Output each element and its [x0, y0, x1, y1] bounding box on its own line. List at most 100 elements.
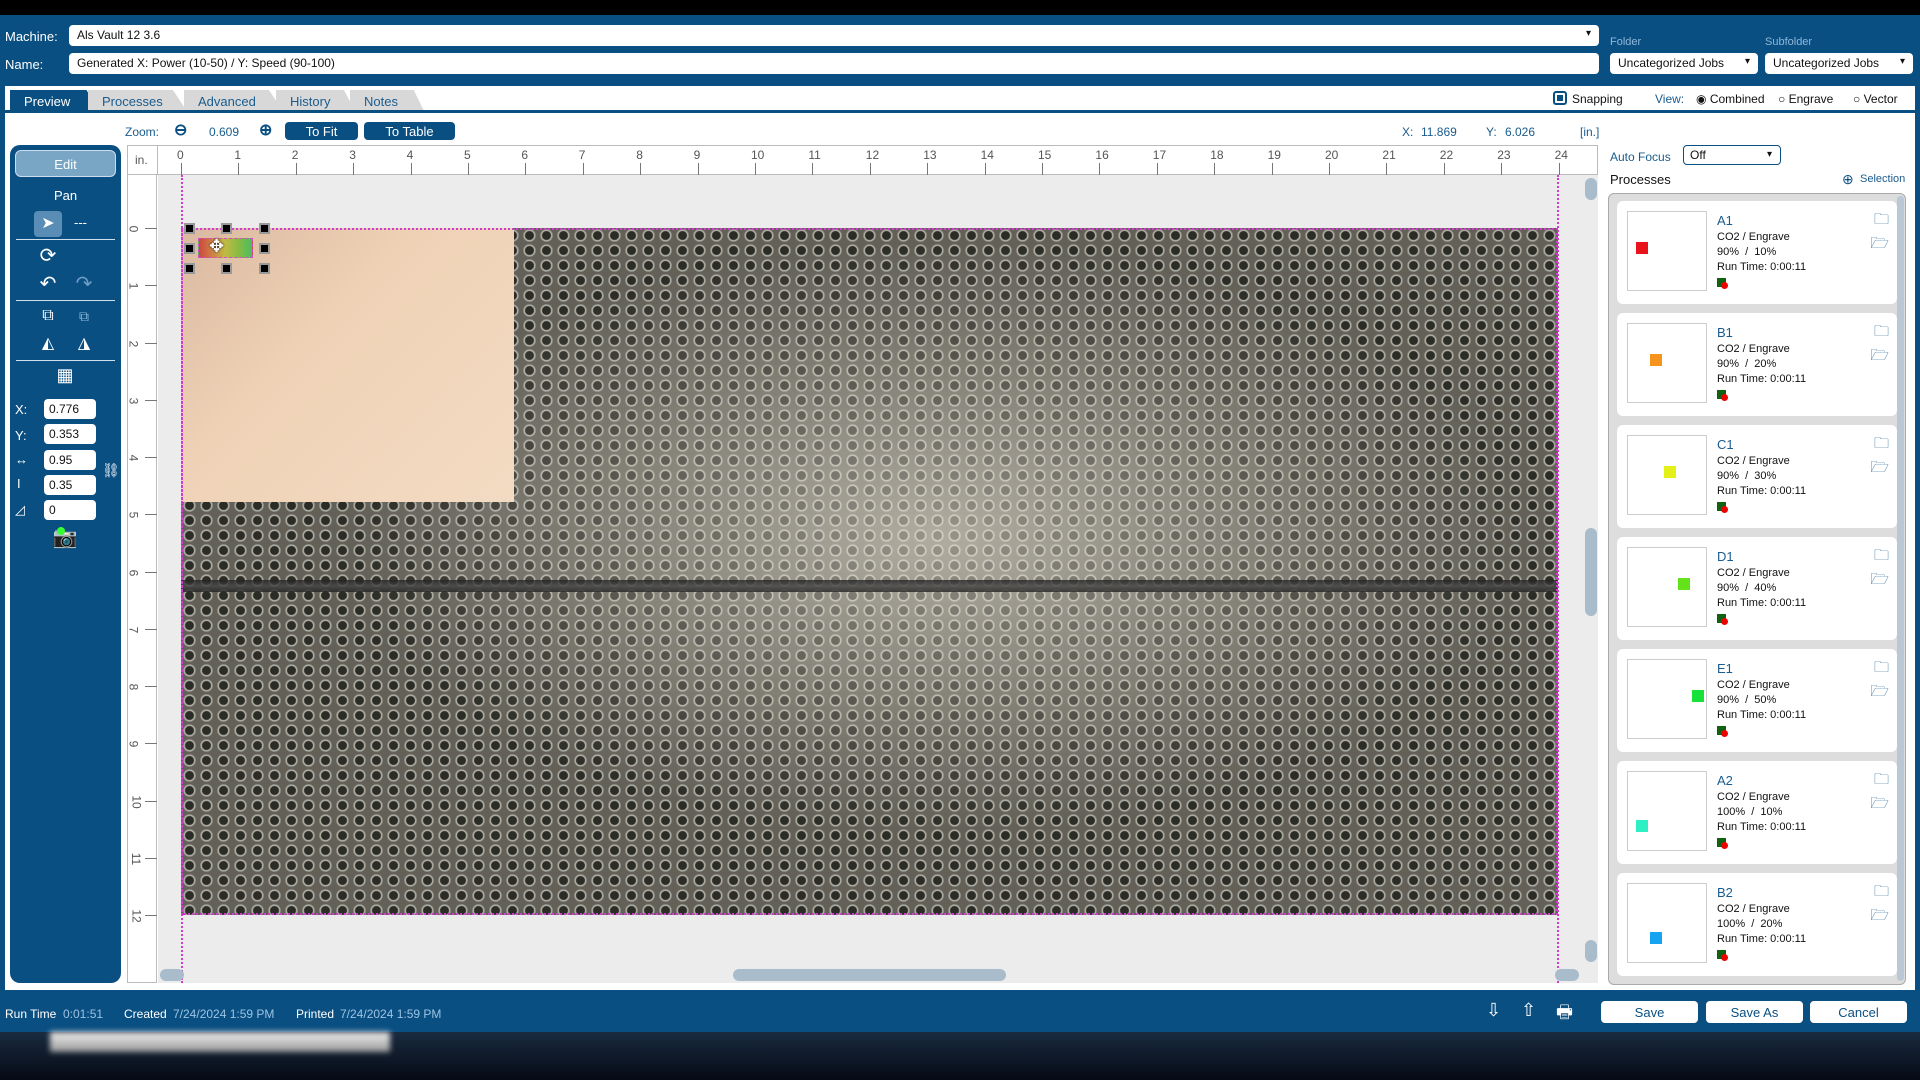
process-type: CO2 / Engrave	[1717, 903, 1790, 915]
folder-export-icon[interactable]: 🗁	[1870, 905, 1889, 930]
height-input[interactable]: 0.35	[44, 475, 96, 495]
align-grid-icon[interactable]: ▦	[51, 362, 79, 388]
folder-export-icon[interactable]: 🗁	[1870, 457, 1889, 482]
process-status-icon	[1717, 502, 1728, 513]
link-aspect-icon[interactable]: ⛓	[102, 462, 120, 479]
export-icon[interactable]: ⇧	[1521, 1000, 1536, 1021]
zoom-in-icon[interactable]: ⊕	[259, 120, 272, 140]
folder-import-icon[interactable]: 🗀	[1874, 769, 1889, 794]
ungroup-icon[interactable]: ⧉	[70, 303, 98, 329]
folder-import-icon[interactable]: 🗀	[1874, 321, 1889, 346]
ruler-x-label: 15	[1038, 148, 1052, 162]
scroll-down-button[interactable]	[1585, 940, 1597, 962]
flip-horizontal-icon[interactable]: ◭	[34, 331, 62, 357]
process-settings: 90% / 20%	[1717, 358, 1777, 370]
ruler-y-label: 10	[129, 794, 144, 809]
folder-export-icon[interactable]: 🗁	[1870, 569, 1889, 594]
process-runtime: Run Time: 0:00:11	[1717, 933, 1807, 945]
resize-handle[interactable]	[259, 263, 270, 274]
name-input[interactable]: Generated X: Power (10-50) / Y: Speed (9…	[69, 53, 1599, 74]
process-card[interactable]: A2 CO2 / Engrave 100% / 10% Run Time: 0:…	[1617, 761, 1897, 864]
vertical-scrollbar-thumb[interactable]	[1585, 528, 1597, 616]
autofocus-select[interactable]: Off	[1683, 145, 1781, 165]
add-selection-icon[interactable]: ⊕	[1842, 171, 1854, 188]
process-card[interactable]: C1 CO2 / Engrave 90% / 30% Run Time: 0:0…	[1617, 425, 1897, 528]
folder-import-icon[interactable]: 🗀	[1874, 545, 1889, 570]
resize-handle[interactable]	[184, 223, 195, 234]
scroll-up-button[interactable]	[1585, 178, 1597, 200]
process-card[interactable]: B1 CO2 / Engrave 90% / 20% Run Time: 0:0…	[1617, 313, 1897, 416]
process-card[interactable]: E1 CO2 / Engrave 90% / 50% Run Time: 0:0…	[1617, 649, 1897, 752]
process-settings: 100% / 20%	[1717, 918, 1783, 930]
folder-import-icon[interactable]: 🗀	[1874, 657, 1889, 682]
save-as-button[interactable]: Save As	[1706, 1001, 1803, 1023]
view-engrave-radio[interactable]: ○ Engrave	[1778, 92, 1833, 106]
machine-label: Machine:	[5, 29, 58, 44]
resize-handle[interactable]	[184, 243, 195, 254]
resize-handle[interactable]	[184, 263, 195, 274]
taskbar-search[interactable]	[50, 1032, 390, 1052]
x-position-input[interactable]: 0.776	[44, 399, 96, 419]
folder-export-icon[interactable]: 🗁	[1870, 681, 1889, 706]
flip-vertical-icon[interactable]: ◮	[70, 331, 98, 357]
ruler-tick	[353, 163, 355, 175]
view-combined-radio[interactable]: ◉ Combined	[1696, 92, 1765, 106]
horizontal-scrollbar-thumb[interactable]	[733, 969, 1006, 981]
import-icon[interactable]: ⇩	[1486, 1000, 1501, 1021]
camera-icon[interactable]: 📷	[51, 525, 79, 551]
folder-import-icon[interactable]: 🗀	[1874, 881, 1889, 906]
group-icon[interactable]: ⧉	[34, 303, 62, 329]
resize-handle[interactable]	[259, 243, 270, 254]
refresh-icon[interactable]: ⟳	[34, 243, 62, 269]
zoom-out-icon[interactable]: ⊖	[174, 120, 187, 140]
pan-button[interactable]: Pan	[54, 188, 77, 203]
process-list-scrollbar[interactable]	[1897, 196, 1904, 981]
redo-icon[interactable]: ↷	[70, 271, 98, 297]
zoom-value: 0.609	[209, 125, 240, 139]
folder-import-icon[interactable]: 🗀	[1874, 209, 1889, 234]
folder-export-icon[interactable]: 🗁	[1870, 345, 1889, 370]
snapping-label: Snapping	[1572, 92, 1623, 106]
dash-mode[interactable]: ---	[74, 215, 87, 230]
process-card[interactable]: A1 CO2 / Engrave 90% / 10% Run Time: 0:0…	[1617, 201, 1897, 304]
to-table-button[interactable]: To Table	[364, 122, 455, 140]
resize-handle[interactable]	[221, 263, 232, 274]
folder-import-icon[interactable]: 🗀	[1874, 433, 1889, 458]
snapping-checkbox[interactable]	[1553, 91, 1567, 105]
undo-icon[interactable]: ↶	[34, 271, 62, 297]
printed-value: 7/24/2024 1:59 PM	[340, 1007, 442, 1021]
y-position-input[interactable]: 0.353	[44, 424, 96, 444]
ruler-tick	[145, 514, 157, 516]
resize-handle[interactable]	[221, 223, 232, 234]
save-button[interactable]: Save	[1601, 1001, 1698, 1023]
process-card[interactable]: D1 CO2 / Engrave 90% / 40% Run Time: 0:0…	[1617, 537, 1897, 640]
to-fit-button[interactable]: To Fit	[285, 122, 358, 140]
selection-button[interactable]: Selection	[1860, 173, 1905, 185]
process-color-swatch	[1692, 690, 1704, 702]
resize-handle[interactable]	[259, 223, 270, 234]
folder-export-icon[interactable]: 🗁	[1870, 793, 1889, 818]
machine-value: Als Vault 12 3.6	[77, 28, 161, 42]
ruler-tick	[1271, 163, 1273, 175]
subfolder-select[interactable]: Uncategorized Jobs	[1765, 53, 1913, 74]
selected-test-grid[interactable]	[198, 238, 253, 258]
ruler-x-label: 11	[808, 148, 821, 162]
folder-select[interactable]: Uncategorized Jobs	[1610, 53, 1758, 74]
print-icon[interactable]: 🖶	[1556, 1000, 1573, 1030]
folder-export-icon[interactable]: 🗁	[1870, 233, 1889, 258]
ruler-y-label: 9	[126, 740, 141, 748]
camera-status-dot	[57, 527, 65, 535]
scroll-right-button[interactable]	[1555, 969, 1579, 981]
ruler-y-label: 1	[126, 282, 141, 290]
cancel-button[interactable]: Cancel	[1810, 1001, 1907, 1023]
machine-select[interactable]: Als Vault 12 3.6	[69, 25, 1599, 46]
angle-input[interactable]: 0	[44, 500, 96, 520]
edit-button[interactable]: Edit	[15, 150, 116, 177]
process-card[interactable]: B2 CO2 / Engrave 100% / 20% Run Time: 0:…	[1617, 873, 1897, 976]
view-vector-radio[interactable]: ○ Vector	[1853, 92, 1898, 106]
scroll-left-button[interactable]	[160, 969, 184, 981]
pointer-icon[interactable]: ➤	[34, 211, 62, 237]
ruler-y-label: 6	[126, 569, 141, 576]
width-input[interactable]: 0.95	[44, 450, 96, 470]
y-label: Y:	[15, 428, 27, 443]
